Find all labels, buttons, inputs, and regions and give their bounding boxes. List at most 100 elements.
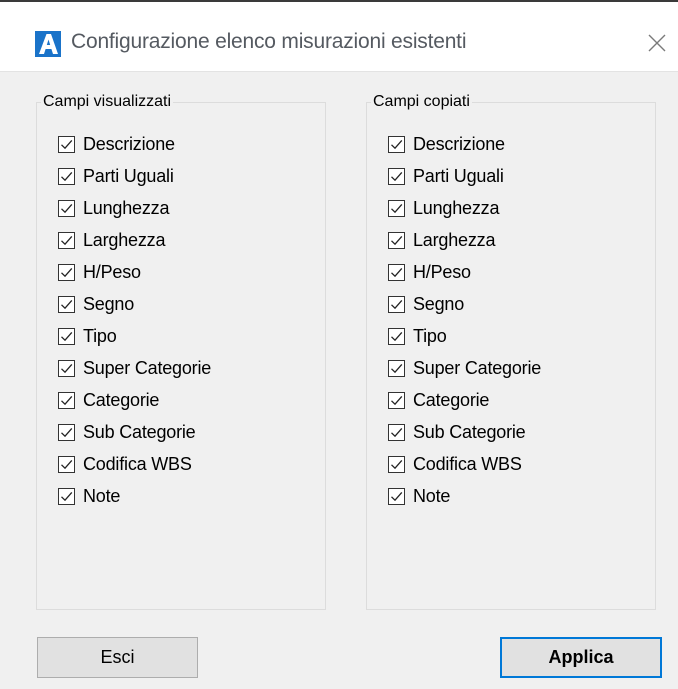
checkbox[interactable] — [58, 327, 75, 345]
checkbox[interactable] — [388, 359, 405, 377]
checkbox-label: Super Categorie — [413, 357, 542, 378]
checkbox-item[interactable]: Sub Categorie — [58, 416, 211, 448]
checkbox-item[interactable]: H/Peso — [58, 256, 211, 288]
group-title-campi-visualizzati: Campi visualizzati — [41, 92, 174, 112]
esci-button[interactable]: Esci — [37, 637, 198, 678]
checkmark-icon — [391, 203, 403, 213]
checkbox[interactable] — [58, 423, 75, 441]
checkbox[interactable] — [58, 263, 75, 281]
checkmark-icon — [391, 427, 403, 437]
checkbox-label: Sub Categorie — [83, 421, 196, 442]
checkbox-item[interactable]: Super Categorie — [58, 352, 211, 384]
checkbox-item[interactable]: Larghezza — [58, 224, 211, 256]
checkbox-item[interactable]: Tipo — [388, 320, 541, 352]
checkbox-item[interactable]: Segno — [388, 288, 541, 320]
window-title: Configurazione elenco misurazioni esiste… — [71, 30, 467, 53]
checkmark-icon — [61, 331, 73, 341]
checkmark-icon — [61, 235, 73, 245]
checkbox[interactable] — [388, 263, 405, 281]
checkbox-item[interactable]: Lunghezza — [58, 192, 211, 224]
checkbox-label: Sub Categorie — [413, 421, 526, 442]
checkbox[interactable] — [388, 295, 405, 313]
checkbox-label: Categorie — [413, 389, 490, 410]
checkmark-icon — [61, 395, 73, 405]
checkbox-label: Lunghezza — [83, 197, 170, 218]
checkbox-label: Parti Uguali — [83, 165, 174, 186]
checkbox-item[interactable]: Larghezza — [388, 224, 541, 256]
checkbox-item[interactable]: Tipo — [58, 320, 211, 352]
checkbox[interactable] — [58, 167, 75, 185]
checkbox-list-copiati: Descrizione Parti Uguali Lunghezza Larghezz… — [388, 128, 541, 512]
checkbox[interactable] — [388, 487, 405, 505]
checkmark-icon — [61, 427, 73, 437]
checkbox-item[interactable]: Parti Uguali — [58, 160, 211, 192]
checkbox[interactable] — [388, 327, 405, 345]
checkmark-icon — [61, 171, 73, 181]
checkbox[interactable] — [58, 455, 75, 473]
checkbox[interactable] — [388, 455, 405, 473]
checkbox-label: Larghezza — [83, 229, 166, 250]
checkbox-item[interactable]: Codifica WBS — [388, 448, 541, 480]
checkbox-list-visualizzati: Descrizione Parti Uguali Lunghezza Larghezz… — [58, 128, 211, 512]
group-title-campi-copiati: Campi copiati — [371, 92, 472, 112]
checkmark-icon — [61, 267, 73, 277]
checkbox[interactable] — [388, 167, 405, 185]
checkmark-icon — [61, 299, 73, 309]
checkbox-label: H/Peso — [83, 261, 141, 282]
checkbox[interactable] — [58, 135, 75, 153]
checkbox-item[interactable]: Segno — [58, 288, 211, 320]
group-campi-copiati: Campi copiati Descrizione Parti Uguali Lun… — [366, 92, 656, 610]
checkmark-icon — [391, 299, 403, 309]
checkbox-item[interactable]: Codifica WBS — [58, 448, 211, 480]
checkbox-item[interactable]: H/Peso — [388, 256, 541, 288]
checkbox-item[interactable]: Descrizione — [58, 128, 211, 160]
checkbox[interactable] — [388, 391, 405, 409]
checkbox-label: Codifica WBS — [413, 453, 522, 474]
close-icon[interactable] — [646, 32, 668, 54]
checkbox[interactable] — [388, 423, 405, 441]
checkbox[interactable] — [58, 391, 75, 409]
checkbox-item[interactable]: Note — [58, 480, 211, 512]
checkbox[interactable] — [58, 359, 75, 377]
checkbox-label: Note — [83, 485, 121, 506]
checkbox-label: Descrizione — [413, 133, 505, 154]
checkbox-item[interactable]: Descrizione — [388, 128, 541, 160]
checkbox-label: Tipo — [413, 325, 447, 346]
checkmark-icon — [61, 363, 73, 373]
checkbox-item[interactable]: Note — [388, 480, 541, 512]
checkbox[interactable] — [388, 199, 405, 217]
checkbox-item[interactable]: Sub Categorie — [388, 416, 541, 448]
checkbox[interactable] — [58, 295, 75, 313]
checkbox-label: Lunghezza — [413, 197, 500, 218]
checkbox-item[interactable]: Categorie — [58, 384, 211, 416]
checkbox[interactable] — [58, 487, 75, 505]
checkmark-icon — [61, 491, 73, 501]
checkbox-item[interactable]: Parti Uguali — [388, 160, 541, 192]
checkbox-label: Larghezza — [413, 229, 496, 250]
checkmark-icon — [391, 395, 403, 405]
checkmark-icon — [391, 491, 403, 501]
checkmark-icon — [61, 139, 73, 149]
applica-button[interactable]: Applica — [500, 637, 662, 678]
checkbox-label: Super Categorie — [83, 357, 212, 378]
checkmark-icon — [391, 139, 403, 149]
title-bar: Configurazione elenco misurazioni esiste… — [0, 2, 678, 72]
checkbox[interactable] — [58, 199, 75, 217]
checkbox-item[interactable]: Lunghezza — [388, 192, 541, 224]
checkbox[interactable] — [58, 231, 75, 249]
checkbox[interactable] — [388, 231, 405, 249]
app-logo-a-icon — [35, 31, 61, 57]
checkmark-icon — [391, 363, 403, 373]
checkmark-icon — [391, 459, 403, 469]
checkbox-item[interactable]: Categorie — [388, 384, 541, 416]
dialog-client-area: Campi visualizzati Descrizione Parti Ugua… — [0, 72, 678, 689]
checkbox-item[interactable]: Super Categorie — [388, 352, 541, 384]
checkbox-label: Descrizione — [83, 133, 175, 154]
checkbox[interactable] — [388, 135, 405, 153]
checkmark-icon — [391, 235, 403, 245]
checkbox-label: Tipo — [83, 325, 117, 346]
checkbox-label: H/Peso — [413, 261, 471, 282]
checkmark-icon — [61, 459, 73, 469]
checkbox-label: Parti Uguali — [413, 165, 504, 186]
group-campi-visualizzati: Campi visualizzati Descrizione Parti Ugua… — [36, 92, 326, 610]
